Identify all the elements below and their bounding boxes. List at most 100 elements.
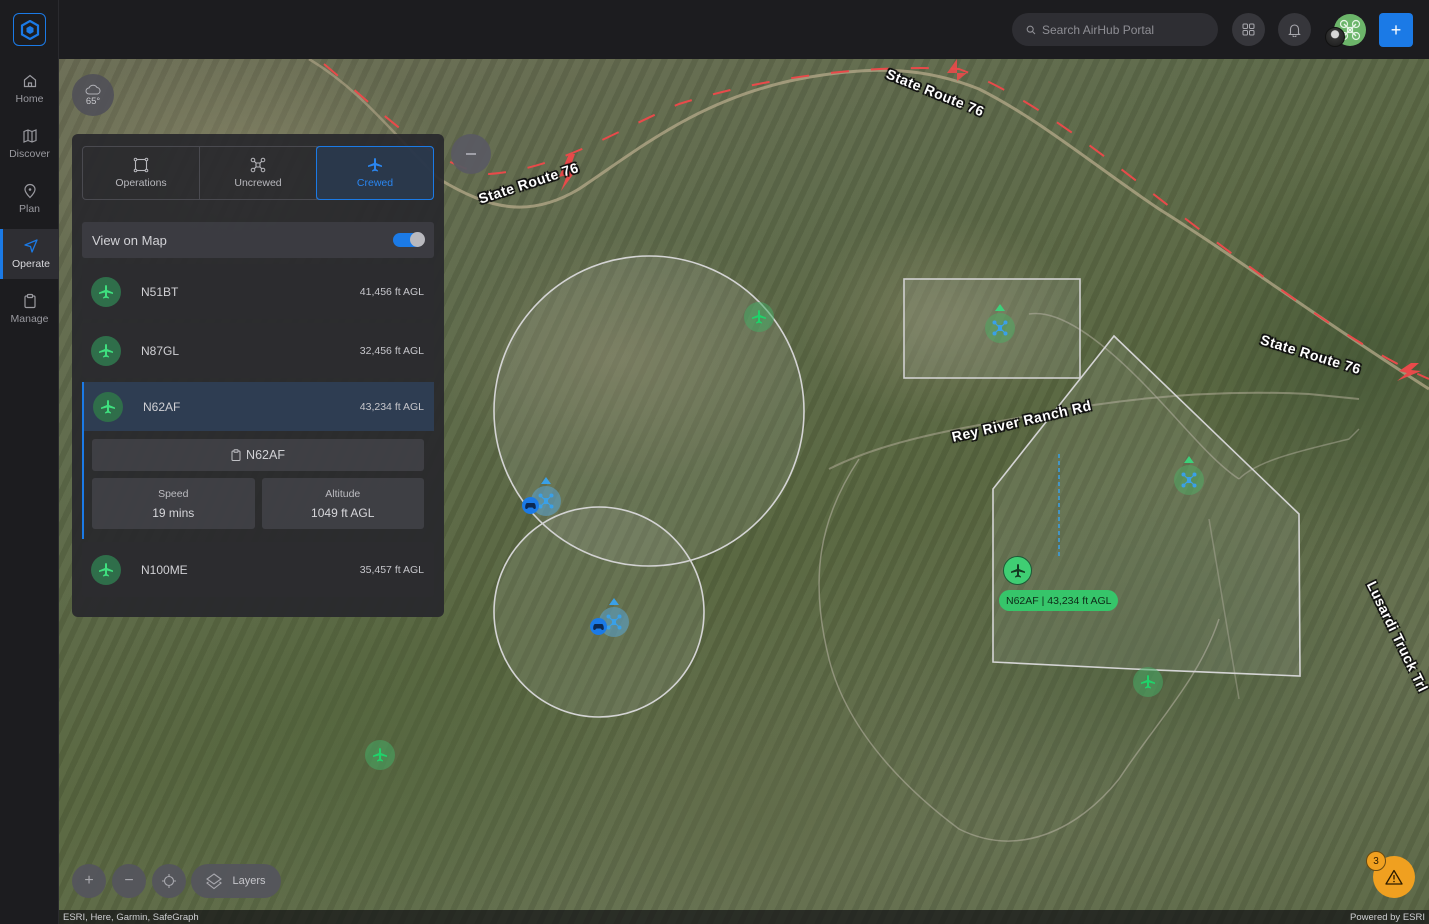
map-view[interactable]: State Route 76 State Route 76 State Rout… <box>59 59 1429 924</box>
warning-icon <box>1385 869 1403 885</box>
aircraft-panel: Operations Uncrewed Crewed View on Map N… <box>72 134 444 617</box>
attribution-sources: ESRI, Here, Garmin, SafeGraph <box>63 911 199 923</box>
aircraft-detail-title[interactable]: N62AF <box>92 439 424 471</box>
sidebar-item-label: Operate <box>12 258 50 270</box>
tab-label: Uncrewed <box>234 177 282 189</box>
new-item-button[interactable]: + <box>1379 13 1413 47</box>
drone-icon <box>250 157 266 173</box>
sidebar-item-discover[interactable]: Discover <box>0 118 59 170</box>
map-drone-marker[interactable] <box>985 304 1015 343</box>
zoom-out-button[interactable]: − <box>112 864 146 898</box>
aircraft-list-item[interactable]: N100ME 35,457 ft AGL <box>82 542 434 597</box>
trail <box>1238 428 1360 480</box>
drone-icon <box>606 614 622 630</box>
weather-temperature: 65° <box>85 95 101 107</box>
clipboard-icon <box>231 449 241 461</box>
aircraft-detail: N62AF Speed 19 mins Altitude 1049 ft AGL <box>82 431 434 539</box>
attribution-powered-by[interactable]: Powered by ESRI <box>1350 912 1425 923</box>
speed-stat: Speed 19 mins <box>92 478 255 529</box>
bell-icon <box>1288 23 1301 37</box>
aircraft-list-item-selected[interactable]: N62AF 43,234 ft AGL <box>82 382 434 431</box>
map-drone-marker[interactable] <box>1174 456 1204 495</box>
airplane-icon <box>368 158 382 172</box>
pilot-controller-marker[interactable] <box>590 618 607 635</box>
airplane-icon <box>91 335 121 366</box>
airplane-icon <box>752 310 766 324</box>
airplane-icon <box>1010 563 1025 577</box>
plus-icon: + <box>84 872 94 889</box>
alerts-count-badge: 3 <box>1366 851 1386 871</box>
sidebar-item-label: Home <box>15 93 44 105</box>
altitude-stat: Altitude 1049 ft AGL <box>261 478 424 529</box>
sidebar-item-plan[interactable]: Plan <box>0 173 59 225</box>
map-pin-icon <box>23 183 36 199</box>
map-aircraft-marker[interactable] <box>744 302 774 332</box>
notifications-button[interactable] <box>1278 13 1311 46</box>
aircraft-list-item[interactable]: N51BT 41,456 ft AGL <box>82 264 434 319</box>
top-bar: + <box>59 0 1429 59</box>
home-icon <box>23 74 36 88</box>
gamepad-icon <box>593 623 604 630</box>
aircraft-callsign: N100ME <box>141 562 188 577</box>
view-on-map-row: View on Map <box>82 222 434 258</box>
layers-label: Layers <box>232 875 266 887</box>
operation-area-polygon[interactable] <box>992 334 1301 677</box>
heading-indicator-icon <box>995 304 1005 311</box>
navigation-arrow-icon <box>24 239 38 253</box>
minus-icon: − <box>124 872 134 889</box>
tab-uncrewed[interactable]: Uncrewed <box>200 147 317 199</box>
locate-button[interactable] <box>152 864 186 898</box>
aircraft-callsign: N62AF <box>143 399 181 414</box>
tab-operations[interactable]: Operations <box>83 147 200 199</box>
minus-icon <box>466 153 476 155</box>
aircraft-altitude: 43,234 ft AGL <box>359 400 424 413</box>
airplane-icon <box>91 276 121 307</box>
collapse-panel-button[interactable] <box>451 134 491 174</box>
heading-indicator-icon <box>541 477 551 484</box>
view-on-map-toggle[interactable] <box>393 232 425 247</box>
user-avatar[interactable] <box>1325 27 1345 47</box>
drone-icon <box>1181 472 1197 488</box>
selected-aircraft-marker[interactable] <box>1003 556 1032 585</box>
speed-label: Speed <box>158 487 189 500</box>
airhub-logo[interactable] <box>13 13 46 46</box>
sidebar-item-manage[interactable]: Manage <box>0 283 59 335</box>
panel-tabs: Operations Uncrewed Crewed <box>82 146 434 200</box>
airplane-icon <box>373 748 387 762</box>
sidebar-item-operate[interactable]: Operate <box>0 229 59 279</box>
sidebar: Home Discover Plan Operate Manage <box>0 0 59 924</box>
sidebar-item-home[interactable]: Home <box>0 63 59 115</box>
aircraft-detail-callsign: N62AF <box>246 448 285 462</box>
layers-button[interactable]: Layers <box>191 864 281 898</box>
search-input[interactable] <box>1042 22 1212 37</box>
operation-area-circle[interactable] <box>493 506 705 718</box>
sidebar-item-label: Discover <box>9 148 50 160</box>
gamepad-icon <box>525 502 536 509</box>
clipboard-icon <box>23 293 36 309</box>
weather-widget[interactable]: 65° <box>72 74 114 116</box>
aircraft-altitude: 32,456 ft AGL <box>359 344 424 357</box>
zoom-in-button[interactable]: + <box>72 864 106 898</box>
search-icon <box>1026 25 1036 34</box>
tab-label: Crewed <box>356 177 394 189</box>
map-aircraft-marker[interactable] <box>365 740 395 770</box>
search-bar[interactable] <box>1012 13 1218 46</box>
aircraft-callsign: N87GL <box>141 343 180 358</box>
pilot-controller-marker[interactable] <box>522 497 539 514</box>
map-aircraft-marker[interactable] <box>1133 667 1163 697</box>
apps-grid-button[interactable] <box>1232 13 1265 46</box>
heading-indicator-icon <box>609 598 619 605</box>
hexagon-logo-icon <box>20 19 39 40</box>
grid-icon <box>1242 23 1255 36</box>
airplane-icon <box>91 554 121 585</box>
cloud-icon <box>85 84 101 94</box>
aircraft-stats: Speed 19 mins Altitude 1049 ft AGL <box>92 478 424 529</box>
altitude-value: 1049 ft AGL <box>311 505 375 520</box>
aircraft-list: N51BT 41,456 ft AGL N87GL 32,456 ft AGL … <box>82 264 434 597</box>
airplane-icon <box>1141 675 1155 689</box>
selected-aircraft-label[interactable]: N62AF | 43,234 ft AGL <box>999 590 1119 611</box>
tab-crewed[interactable]: Crewed <box>316 146 434 200</box>
square-area-icon <box>133 157 149 173</box>
aircraft-list-item[interactable]: N87GL 32,456 ft AGL <box>82 323 434 378</box>
speed-value: 19 mins <box>152 505 195 520</box>
